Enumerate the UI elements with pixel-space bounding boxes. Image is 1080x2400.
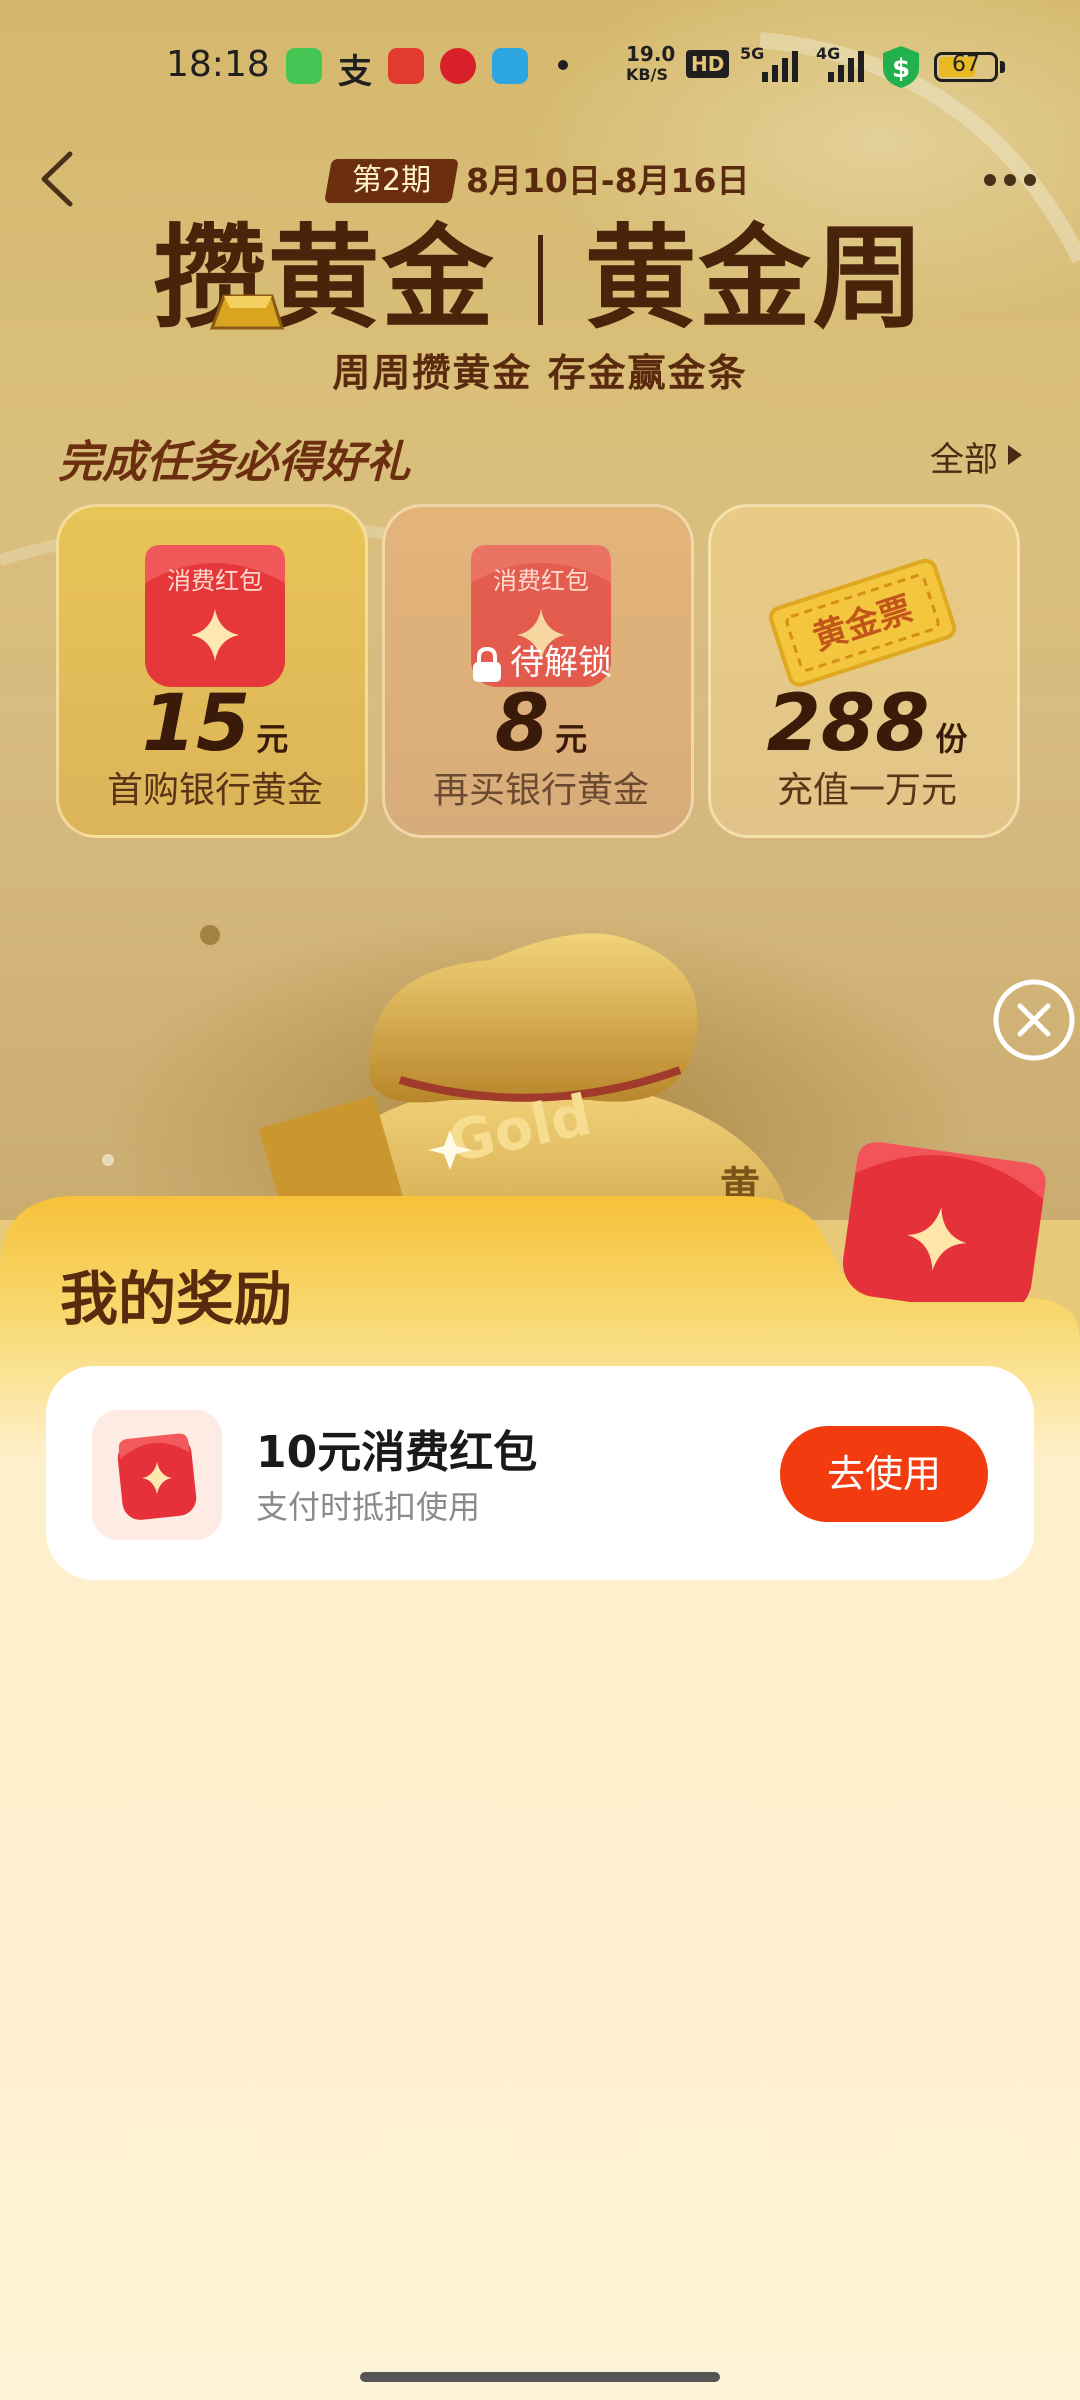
cmb-bank-icon <box>440 48 476 84</box>
status-time: 18:18 <box>166 44 270 85</box>
period-badge: 第2期 <box>324 159 459 203</box>
task-value-number: 8 <box>494 679 550 769</box>
task-card-top-up[interactable]: 黄金票 288 份 充值一万元 <box>708 504 1020 838</box>
hd-icon: HD <box>686 50 730 78</box>
task-value-number: 15 <box>141 679 251 769</box>
net-speed-unit: KB/S <box>626 65 668 84</box>
period-dates: 8月10日-8月16日 <box>466 161 750 200</box>
reward-name: 10元消费红包 <box>256 1427 538 1478</box>
battery-level: 67 <box>952 52 980 77</box>
title-divider <box>537 235 543 326</box>
dot-icon <box>558 60 568 70</box>
dollar-shield-icon: $ <box>883 46 919 88</box>
task-value-unit: 份 <box>935 720 968 758</box>
home-indicator[interactable] <box>360 2372 720 2382</box>
use-reward-button[interactable]: 去使用 <box>780 1426 988 1522</box>
battery-icon: 67 <box>934 52 998 82</box>
tasks-heading: 完成任务必得好礼 <box>58 437 410 488</box>
navigation-bar <box>0 2352 1080 2400</box>
title-right: 黄金周 <box>584 214 927 344</box>
alipay-icon: 支 <box>338 52 372 92</box>
envelope-label: 消费红包 <box>493 567 589 595</box>
task-value: 8元 <box>385 679 697 769</box>
page-subtitle: 周周攒黄金 存金赢金条 <box>332 351 748 395</box>
reward-note: 支付时抵扣使用 <box>256 1488 481 1526</box>
view-all-link[interactable]: 全部 <box>930 432 998 481</box>
chevron-right-icon <box>1008 445 1022 465</box>
task-description: 充值一万元 <box>776 770 957 811</box>
red-envelope-icon <box>117 1433 197 1520</box>
back-button[interactable] <box>34 148 80 210</box>
reward-item-card: 10元消费红包 支付时抵扣使用 去使用 <box>46 1366 1034 1580</box>
task-value-unit: 元 <box>555 720 588 758</box>
task-card-first-purchase[interactable]: 消费红包 15 元 首购银行黄金 <box>56 504 368 838</box>
svg-text:$: $ <box>892 54 910 84</box>
rewards-title: 我的奖励 <box>60 1265 293 1333</box>
task-value: 288 份 <box>711 679 1023 769</box>
locked-status: 待解锁 <box>385 635 697 684</box>
envelope-label: 消费红包 <box>167 567 263 595</box>
close-button[interactable] <box>992 978 1076 1062</box>
red-envelope-decoration <box>842 1142 1046 1302</box>
title-left: 攒黄金 <box>153 214 496 344</box>
task-card-repurchase[interactable]: 消费红包 待解锁 8元 再买银行黄金 <box>382 504 694 838</box>
task-description: 再买银行黄金 <box>432 770 649 811</box>
lock-icon <box>473 646 501 682</box>
more-options-button[interactable] <box>980 160 1040 200</box>
status-bar: 18:18 支 19.0 KB/S HD 5G 4G $ 67 <box>0 30 1080 100</box>
gold-ticket-icon: 黄金票 <box>768 558 957 687</box>
gold-bag-illustration: Gold 黄 <box>258 933 790 1220</box>
signal-4g-icon <box>828 51 864 82</box>
task-value-number: 288 <box>766 679 930 769</box>
reward-icon-tile <box>92 1410 222 1540</box>
signal-5g-icon <box>762 51 798 82</box>
unionpay-icon <box>388 48 424 84</box>
net-speed-value: 19.0 <box>626 42 676 66</box>
task-value-unit: 元 <box>256 720 289 758</box>
gold-bar-icon <box>209 294 285 330</box>
telegram-icon <box>492 48 528 84</box>
period-label: 第2期 <box>352 163 432 198</box>
messages-icon <box>286 48 322 84</box>
task-description: 首购银行黄金 <box>106 770 323 811</box>
lock-label: 待解锁 <box>510 643 612 683</box>
task-value: 15 元 <box>59 679 371 769</box>
page-title: 攒黄金 黄金周 <box>0 214 1080 344</box>
battery-tip <box>1000 61 1005 73</box>
